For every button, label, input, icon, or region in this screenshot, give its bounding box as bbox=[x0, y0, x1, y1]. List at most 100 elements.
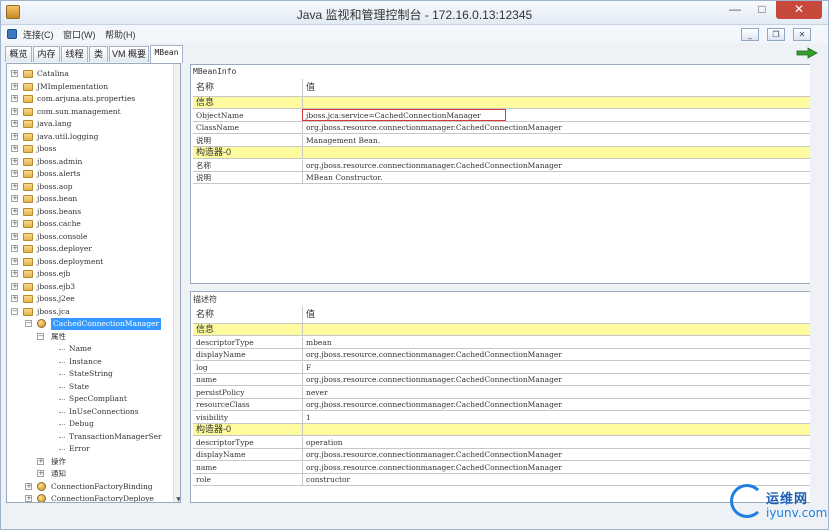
tree-node-notifications[interactable]: 通知 bbox=[51, 468, 66, 480]
row-name: displayName bbox=[193, 349, 303, 360]
tree-expander-icon[interactable]: − bbox=[11, 307, 18, 315]
menu-window[interactable]: 窗口(W) bbox=[63, 28, 96, 41]
column-header-name[interactable]: 名称 bbox=[193, 306, 303, 323]
tree-node-operations[interactable]: 操作 bbox=[51, 456, 66, 468]
tree-expander-icon[interactable]: + bbox=[11, 207, 18, 215]
tree-leaf-connector bbox=[59, 436, 65, 438]
tree-node-domain[interactable]: jboss.console bbox=[37, 231, 87, 243]
tree-expander-icon[interactable]: + bbox=[11, 182, 18, 190]
tree-scrollbar[interactable]: ▼ bbox=[173, 64, 180, 502]
tree-node-mbean[interactable]: ConnectionFactoryDeploye bbox=[51, 493, 154, 502]
panel-splitter[interactable] bbox=[190, 284, 816, 290]
tree-expander-icon[interactable]: + bbox=[11, 157, 18, 165]
tree-expander-icon[interactable]: + bbox=[11, 70, 18, 77]
menu-connection[interactable]: 连接(C) bbox=[23, 28, 54, 41]
tree-node-domain[interactable]: jboss.ejb bbox=[37, 268, 70, 280]
tab-overview[interactable]: 概览 bbox=[5, 46, 32, 62]
tab-vm-summary[interactable]: VM 概要 bbox=[109, 46, 149, 62]
tree-node-domain[interactable]: com.sun.management bbox=[37, 106, 121, 118]
tree-expander-icon[interactable]: + bbox=[25, 482, 32, 490]
tree-expander-icon[interactable]: − bbox=[37, 332, 44, 340]
column-header-value[interactable]: 值 bbox=[303, 306, 811, 323]
folder-icon bbox=[23, 245, 33, 253]
tree-node-domain[interactable]: jboss.beans bbox=[37, 206, 81, 218]
tree-expander-icon[interactable]: + bbox=[11, 270, 18, 277]
tree-expander-icon[interactable]: + bbox=[11, 220, 18, 227]
tree-expander-icon[interactable]: + bbox=[11, 95, 18, 102]
tree-expander-icon[interactable]: + bbox=[11, 132, 18, 140]
tree-expander-icon[interactable]: + bbox=[11, 295, 18, 302]
watermark-ring-icon bbox=[730, 484, 764, 518]
tree-node-domain[interactable]: jboss bbox=[37, 143, 56, 155]
right-scrollbar[interactable] bbox=[810, 63, 818, 503]
close-button[interactable]: ✕ bbox=[776, 1, 822, 19]
tree-node-attribute[interactable]: InUseConnections bbox=[69, 406, 139, 418]
tree-node-cachedconnectionmanager[interactable]: CachedConnectionManager bbox=[51, 318, 162, 330]
tree-node-domain[interactable]: jboss.deployment bbox=[37, 256, 103, 268]
tree-expander-icon[interactable]: + bbox=[11, 82, 18, 90]
internal-close-button[interactable]: ✕ bbox=[793, 28, 811, 41]
internal-minimize-button[interactable]: _ bbox=[741, 28, 759, 41]
internal-restore-button[interactable]: ❐ bbox=[767, 28, 785, 41]
minimize-button[interactable]: — bbox=[722, 1, 748, 19]
scroll-down-arrow-icon[interactable]: ▼ bbox=[174, 495, 180, 502]
tree-node-domain[interactable]: jboss.bean bbox=[37, 193, 77, 205]
tree-node-domain[interactable]: jboss.j2ee bbox=[37, 293, 75, 305]
section-row: 信息 bbox=[193, 324, 813, 336]
tree-expander-icon[interactable]: + bbox=[25, 495, 32, 502]
descriptor-panel: 描述符 名称值信息 descriptorType mbean displayName o… bbox=[190, 291, 816, 503]
tree-node-domain[interactable]: jboss.cache bbox=[37, 218, 81, 230]
row-name: persistPolicy bbox=[193, 386, 303, 398]
tree-node-attribute[interactable]: StateString bbox=[69, 368, 113, 380]
tree-expander-icon[interactable]: + bbox=[11, 232, 18, 240]
maximize-button[interactable]: □ bbox=[749, 1, 775, 19]
refresh-arrow-icon[interactable] bbox=[796, 47, 818, 59]
folder-icon bbox=[23, 232, 33, 241]
tree-node-attribute[interactable]: TransactionManagerSer bbox=[69, 431, 162, 443]
tree-node-domain[interactable]: jboss.deployer bbox=[37, 243, 92, 255]
tree-expander-icon[interactable]: + bbox=[11, 282, 18, 290]
tree-node-domain[interactable]: jboss.alerts bbox=[37, 168, 80, 180]
tree-expander-icon[interactable]: + bbox=[11, 245, 18, 252]
tree-expander-icon[interactable]: + bbox=[11, 120, 18, 127]
tree-expander-icon[interactable]: + bbox=[11, 107, 18, 115]
tree-node-attribute[interactable]: SpecCompliant bbox=[69, 393, 127, 405]
tree-node-mbean[interactable]: ConnectionFactoryBinding bbox=[51, 481, 153, 493]
tree-expander-icon[interactable]: + bbox=[37, 470, 44, 477]
tree-expander-icon[interactable]: + bbox=[11, 170, 18, 177]
tree-node-domain[interactable]: java.lang bbox=[37, 118, 71, 130]
tree-node-domain[interactable]: JMImplementation bbox=[37, 81, 108, 93]
tree-expander-icon[interactable]: + bbox=[11, 257, 18, 265]
tab-threads[interactable]: 线程 bbox=[61, 46, 88, 62]
column-header-value[interactable]: 值 bbox=[303, 79, 811, 96]
row-value: F bbox=[306, 362, 312, 372]
tree-node-attribute[interactable]: Debug bbox=[69, 418, 94, 430]
row-name: 说明 bbox=[193, 172, 303, 183]
column-header-name[interactable]: 名称 bbox=[193, 79, 303, 96]
tree-node-domain[interactable]: Catalina bbox=[37, 68, 69, 80]
tree-node-attribute[interactable]: Name bbox=[69, 343, 92, 355]
row-value bbox=[303, 424, 811, 435]
tree-node-attribute[interactable]: Instance bbox=[69, 356, 102, 368]
row-value: org.jboss.resource.connectionmanager.Cac… bbox=[306, 375, 562, 384]
tree-node-attributes[interactable]: 属性 bbox=[51, 331, 66, 343]
tree-node-attribute[interactable]: State bbox=[69, 381, 89, 393]
tree-node-domain[interactable]: jboss.ejb3 bbox=[37, 281, 75, 293]
tree-node-attribute[interactable]: Error bbox=[69, 443, 90, 455]
window-title: Java 监视和管理控制台 - 172.16.0.13:12345 bbox=[296, 8, 533, 22]
tree-expander-icon[interactable]: + bbox=[37, 457, 44, 465]
menu-help[interactable]: 帮助(H) bbox=[105, 28, 136, 41]
tree-node-domain[interactable]: com.arjuna.ats.properties bbox=[37, 93, 135, 105]
tree-node-domain[interactable]: java.util.logging bbox=[37, 131, 98, 143]
tree-expander-icon[interactable]: − bbox=[25, 320, 32, 327]
folder-icon bbox=[23, 195, 33, 203]
tree-expander-icon[interactable]: + bbox=[11, 195, 18, 202]
table-row: displayName org.jboss.resource.connection… bbox=[193, 449, 813, 461]
tree-node-domain[interactable]: jboss.aop bbox=[37, 181, 73, 193]
tab-memory[interactable]: 内存 bbox=[33, 46, 60, 62]
tree-node-domain[interactable]: jboss.jca bbox=[37, 306, 70, 318]
tree-expander-icon[interactable]: + bbox=[11, 145, 18, 152]
tab-classes[interactable]: 类 bbox=[89, 46, 108, 62]
tab-mbean[interactable]: MBean bbox=[150, 45, 183, 63]
tree-node-domain[interactable]: jboss.admin bbox=[37, 156, 82, 168]
